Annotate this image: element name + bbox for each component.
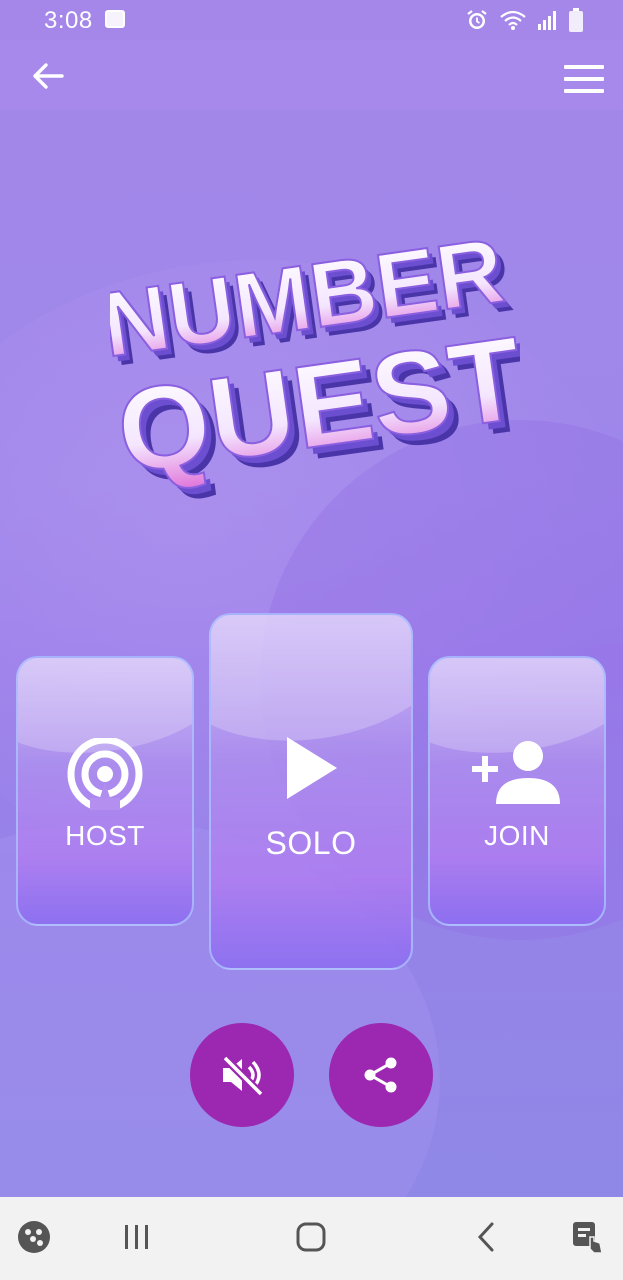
game-launcher-button[interactable] [16,1219,52,1260]
menu-button[interactable] [563,62,605,96]
solo-button[interactable]: SOLO [209,613,413,970]
status-time: 3:08 [44,7,93,34]
wifi-icon [500,10,526,30]
game-launcher-icon [18,1221,50,1253]
join-label: JOIN [484,820,550,851]
host-label: HOST [65,820,145,851]
mute-button[interactable] [190,1023,294,1127]
recent-apps-icon [125,1225,148,1249]
home-button[interactable] [295,1221,327,1258]
accessibility-icon [573,1222,603,1254]
app-screen: 3:08 NUMBER NUMBER NUMBER QUEST QUEST QU… [0,0,623,1197]
broadcast-icon [67,738,143,810]
status-bar: 3:08 [0,0,623,40]
volume-off-icon [222,1055,264,1097]
host-button[interactable]: HOST [16,656,194,926]
accessibility-button[interactable] [570,1219,606,1260]
battery-icon [569,8,583,32]
game-logo: NUMBER NUMBER NUMBER QUEST QUEST QUEST [95,180,541,530]
add-person-icon [472,741,560,804]
app-bar [0,40,623,110]
arrow-left-icon [33,63,64,89]
alarm-icon [467,10,487,29]
image-icon [105,10,125,28]
play-icon [287,737,337,799]
solo-label: SOLO [265,825,357,861]
join-button[interactable]: JOIN [428,656,606,926]
signal-icon [538,11,556,30]
back-button[interactable] [28,56,68,96]
recent-apps-button[interactable] [122,1223,152,1256]
share-icon [364,1057,397,1093]
back-icon [477,1222,494,1252]
home-icon [296,1222,326,1252]
status-icons [465,8,583,32]
system-nav-bar [0,1197,623,1280]
nav-back-button[interactable] [472,1221,500,1258]
share-button[interactable] [329,1023,433,1127]
hamburger-menu-icon [564,65,604,93]
